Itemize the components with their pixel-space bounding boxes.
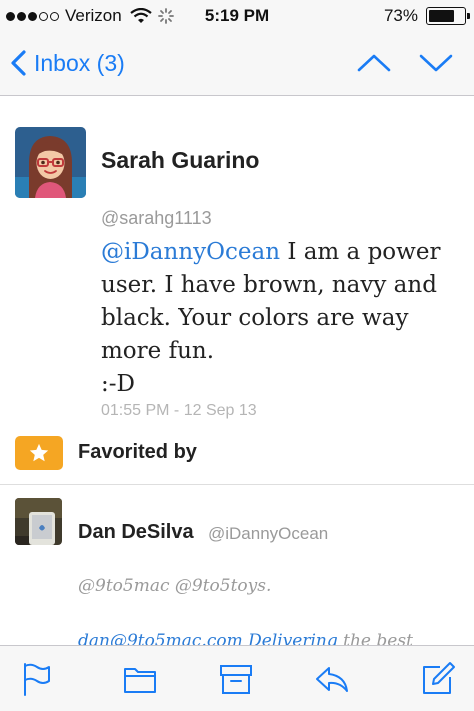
favorite-badge [15, 436, 63, 470]
section-divider [0, 484, 474, 485]
tweet-text: @iDannyOcean I am a power user. I have b… [101, 236, 461, 401]
chevron-up-icon[interactable] [356, 48, 392, 78]
nav-bar: Inbox (3) [0, 32, 474, 96]
battery-icon [426, 7, 470, 25]
tweet-line: @iDannyOcean I am a power [101, 236, 461, 269]
reply-icon[interactable] [314, 661, 350, 697]
flag-icon[interactable] [19, 661, 55, 697]
favorited-user-handle: @iDannyOcean [208, 524, 329, 543]
favorited-by-label: Favorited by [78, 441, 197, 463]
author-name[interactable]: Sarah Guarino [101, 147, 259, 174]
favorited-user-bio: @9to5mac @9to5toys. [78, 576, 272, 596]
user-photo-image [15, 498, 62, 545]
favorited-user-name[interactable]: Dan DeSilva [78, 521, 194, 544]
tweet-line: more fun. [101, 338, 215, 364]
battery-tip [467, 13, 470, 19]
favorited-user-avatar[interactable] [15, 498, 62, 545]
status-right: 73% [383, 6, 470, 26]
back-button[interactable]: Inbox (3) [10, 46, 125, 80]
chevron-left-icon [11, 50, 26, 76]
back-label: Inbox (3) [34, 49, 125, 76]
cartoon-avatar-image [15, 127, 86, 198]
star-icon [29, 443, 49, 462]
message-nav-arrows [356, 48, 454, 78]
tweet-line: :-D [101, 371, 135, 397]
author-handle: @sarahg1113 [101, 208, 212, 228]
archive-icon[interactable] [218, 661, 254, 697]
battery-fill [429, 10, 454, 22]
compose-icon[interactable] [420, 661, 456, 697]
status-bar: Verizon 5:19 PM 73% [0, 0, 474, 32]
tweet-line: black. Your colors are way [101, 305, 409, 331]
tweet-text-segment: I am a power [280, 239, 441, 265]
tweet-line: user. I have brown, navy and [101, 272, 437, 298]
bottom-toolbar [0, 645, 474, 711]
battery-percent: 73% [383, 6, 418, 25]
chevron-down-icon[interactable] [418, 48, 454, 78]
folder-icon[interactable] [122, 661, 158, 697]
author-avatar[interactable] [15, 127, 86, 198]
bio-text-segment: the best [337, 631, 413, 646]
email-link[interactable]: dan@9to5mac.com Delivering [78, 631, 338, 646]
favorited-user-bio-continued: dan@9to5mac.com Delivering the best [78, 630, 474, 646]
tweet-mention-link[interactable]: @iDannyOcean [101, 239, 280, 265]
tweet-timestamp: 01:55 PM - 12 Sep 13 [101, 402, 257, 419]
